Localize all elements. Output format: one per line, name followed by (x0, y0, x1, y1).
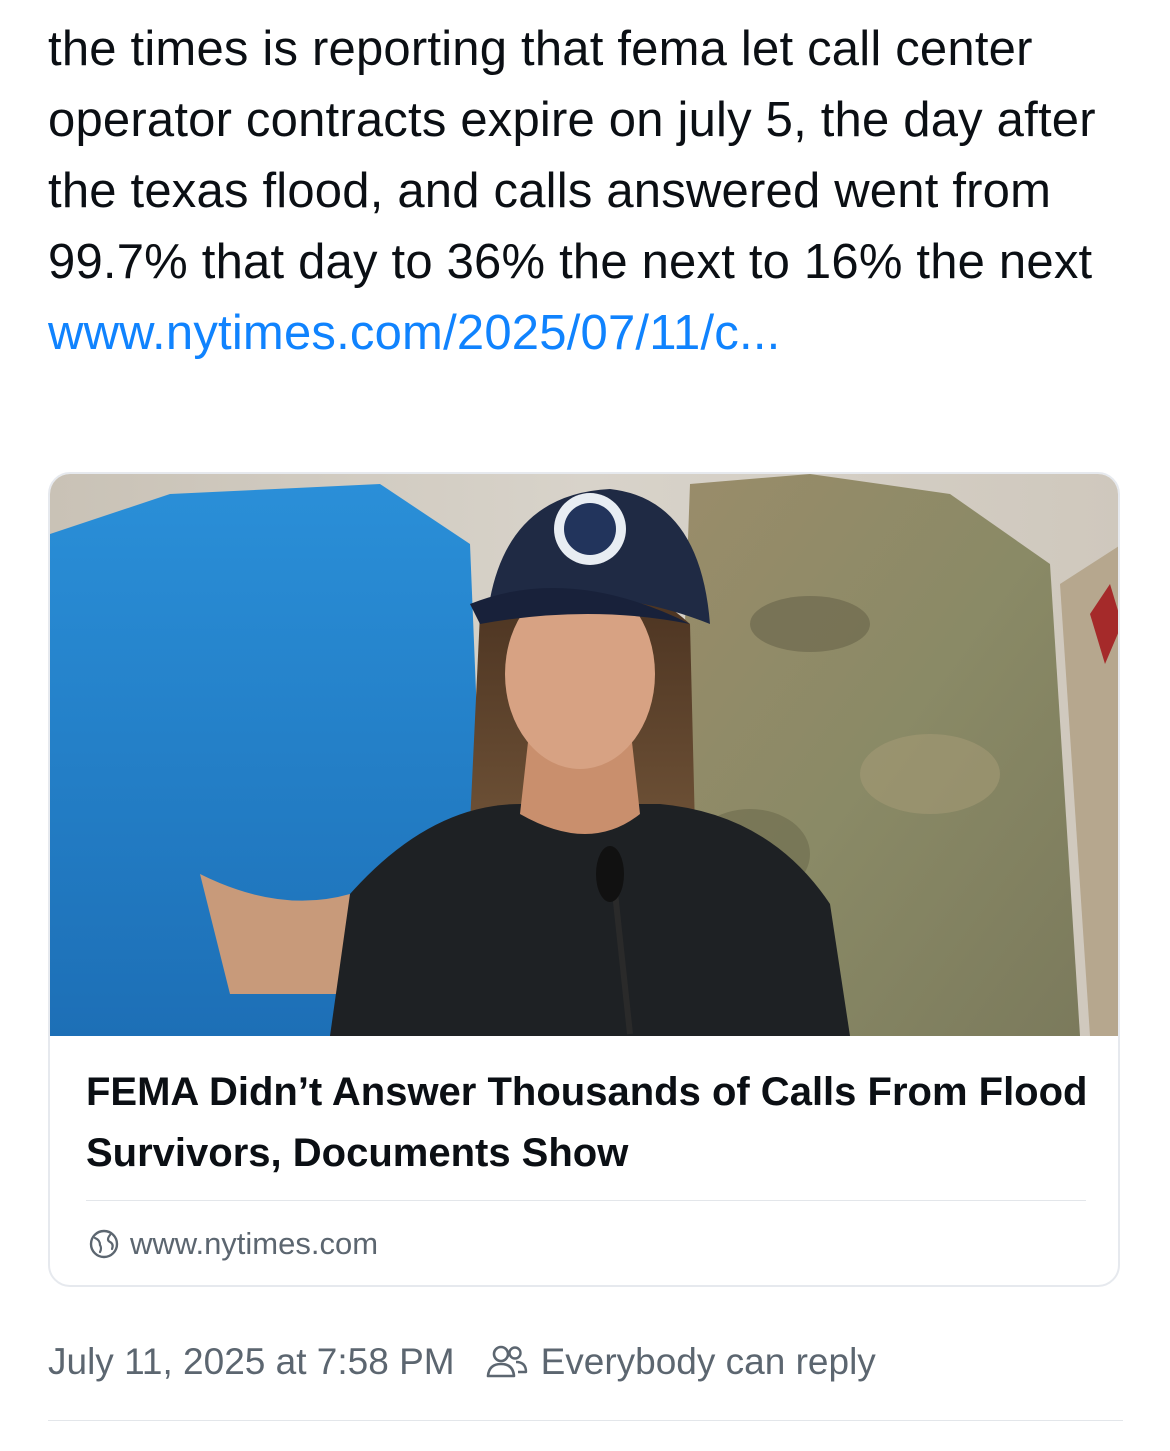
reply-setting[interactable]: Everybody can reply (541, 1341, 876, 1383)
link-preview-card[interactable]: FEMA Didn’t Answer Thousands of Calls Fr… (48, 472, 1120, 1287)
card-domain[interactable]: www.nytimes.com (88, 1224, 378, 1264)
people-icon (485, 1342, 529, 1382)
globe-icon (88, 1228, 120, 1260)
news-photo-icon (50, 474, 1118, 1036)
bottom-divider (48, 1420, 1123, 1421)
timestamp[interactable]: July 11, 2025 at 7:58 PM (48, 1341, 455, 1383)
post-text: the times is reporting that fema let cal… (48, 22, 1096, 289)
card-divider (86, 1200, 1086, 1201)
post-body: the times is reporting that fema let cal… (48, 14, 1123, 369)
post: the times is reporting that fema let cal… (48, 0, 1123, 369)
card-domain-text: www.nytimes.com (130, 1226, 379, 1261)
post-link[interactable]: www.nytimes.com/2025/07/11/c... (48, 298, 1123, 369)
card-headline[interactable]: FEMA Didn’t Answer Thousands of Calls Fr… (86, 1062, 1096, 1184)
post-meta: July 11, 2025 at 7:58 PM Everybody can r… (48, 1336, 876, 1388)
card-image[interactable] (50, 474, 1118, 1036)
